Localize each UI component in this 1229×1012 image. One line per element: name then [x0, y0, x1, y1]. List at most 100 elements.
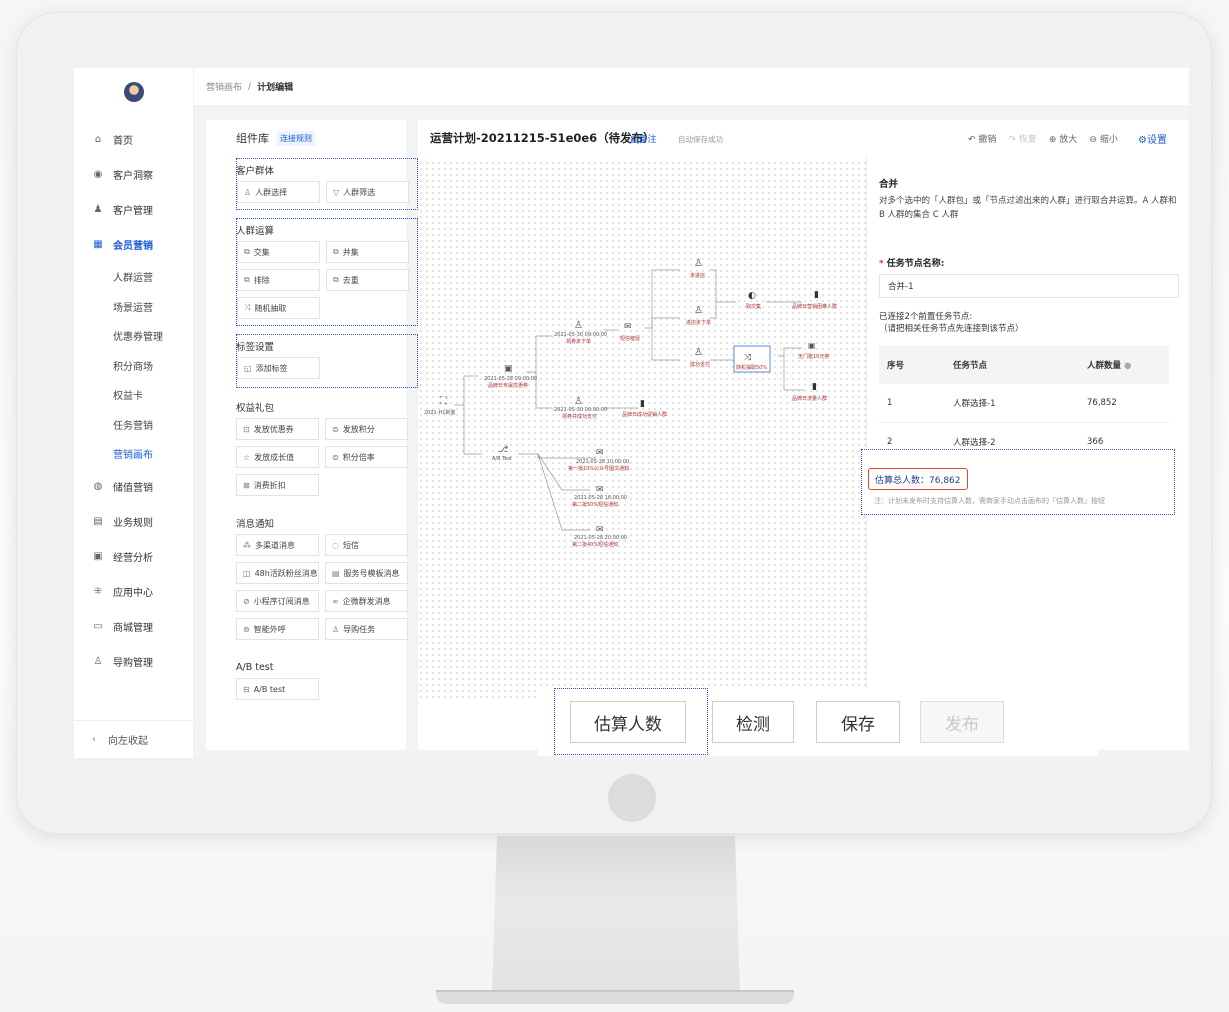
breadcrumb: 营销画布 / 计划编辑: [194, 68, 1189, 106]
component-label: 并集: [342, 247, 359, 257]
node-label: 2021-05-30 09:00:00: [554, 332, 607, 338]
component-dedupe[interactable]: ⧉ 去重: [326, 269, 409, 291]
sidebar-nav: ⌂ 首页 ◉ 客户洞察 ♟ 客户管理 ▦ 会员营销 人群运营 场景运营 优惠券管理 积分…: [74, 122, 194, 679]
flow-canvas[interactable]: ⛶ 2021-H1新客 ▣ 2021-05-28 09:00:00 品牌日专属优…: [418, 160, 866, 700]
sidebar-subitem-rights-card[interactable]: 权益卡: [74, 380, 194, 410]
component-random[interactable]: ⤨ 随机抽取: [237, 297, 320, 319]
group-title: 客户群体: [236, 166, 275, 177]
component-label: 人群筛选: [343, 187, 376, 197]
component-exclude[interactable]: ⧉ 排除: [237, 269, 320, 291]
sidebar-item-apps[interactable]: ⁜ 应用中心: [74, 574, 194, 609]
properties-panel: 合并 对多个选中的「人群包」或「节点过滤出来的人群」进行取合并运算。A 人群和 …: [861, 156, 1189, 750]
component-crowd-select[interactable]: ♙ 人群选择: [237, 181, 320, 203]
sidebar-item-member-marketing[interactable]: ▦ 会员营销: [74, 227, 194, 262]
component-union[interactable]: ⧉ 并集: [326, 241, 409, 263]
estimate-highlight: [554, 688, 708, 755]
component-discount[interactable]: ⊠ 消费折扣: [236, 474, 319, 496]
node-label: 2021-05-30 00:00:00: [554, 407, 607, 413]
sidebar-item-label: 业务规则: [113, 517, 153, 529]
power-button: [608, 774, 656, 822]
node-label: 无门槛10元券: [798, 353, 829, 360]
multiplier-icon: ⊜: [332, 452, 339, 462]
component-label: 导购任务: [343, 624, 376, 634]
sidebar-subitem-points-mall[interactable]: 积分商场: [74, 351, 194, 381]
component-crowd-filter[interactable]: ▽ 人群筛选: [326, 181, 409, 203]
component-issue-points[interactable]: ⊜ 发放积分: [325, 418, 408, 440]
sidebar-subitem-scene[interactable]: 场景运营: [74, 292, 194, 322]
component-intersect[interactable]: ⧉ 交集: [237, 241, 320, 263]
node-coupon: ▣ 2021-05-28 09:00:00 品牌日专属优惠券: [484, 364, 537, 389]
note-link[interactable]: ▤备注: [630, 132, 657, 145]
check-button[interactable]: 检测: [712, 701, 794, 743]
sidebar-subitem-marketing-canvas[interactable]: 营销画布: [74, 439, 194, 469]
collapse-sidebar-button[interactable]: ‹ 向左收起: [74, 720, 194, 758]
component-wecom-group[interactable]: ∞ 企微群发消息: [325, 590, 408, 612]
gear-icon: ⚙: [1138, 134, 1147, 146]
table-row: 1 人群选择-1 76,852: [879, 384, 1169, 423]
breadcrumb-parent[interactable]: 营销画布: [206, 80, 242, 93]
connection-rules-link[interactable]: 连接规则: [277, 130, 315, 146]
svg-text:▮: ▮: [812, 382, 817, 392]
sidebar-item-guide[interactable]: ♙ 导购管理: [74, 644, 194, 679]
component-issue-growth[interactable]: ☆ 发放成长值: [236, 446, 319, 468]
node-not-order: ♙ 进店未下单: [686, 305, 711, 326]
component-add-tag[interactable]: ◱ 添加标签: [237, 357, 320, 379]
gift-icon: ▦: [93, 239, 103, 250]
message-icon: ◌: [332, 540, 339, 550]
component-sms[interactable]: ◌ 短信: [325, 534, 408, 556]
svg-text:▣: ▣: [808, 341, 816, 350]
node-label: 取交集: [746, 303, 761, 310]
node-label: 2021-H1新客: [424, 409, 455, 416]
home-icon: ⌂: [94, 134, 102, 145]
node-label: 短信催促: [620, 335, 640, 342]
component-label: 服务号模板消息: [343, 568, 400, 578]
group-title: A/B test: [236, 661, 274, 673]
sidebar-item-home[interactable]: ⌂ 首页: [74, 122, 194, 157]
sidebar-item-store[interactable]: ▭ 商城管理: [74, 609, 194, 644]
component-smart-call[interactable]: ⊚ 智能外呼: [236, 618, 319, 640]
sidebar-item-label: 商城管理: [113, 622, 153, 634]
component-mini-program[interactable]: ⊘ 小程序订阅消息: [236, 590, 319, 612]
component-points-multiplier[interactable]: ⊜ 积分倍率: [325, 446, 408, 468]
undo-button[interactable]: ↶ 撤销: [968, 132, 996, 145]
zoom-out-button[interactable]: ⊖ 缩小: [1089, 132, 1117, 145]
connected-info: 已连接2个前置任务节点: （请把相关任务节点先连接到该节点）: [879, 311, 1024, 335]
svg-text:♙: ♙: [694, 305, 703, 316]
svg-text:⎇: ⎇: [498, 445, 509, 455]
component-label: 48h活跃粉丝消息: [254, 568, 318, 578]
sidebar-item-rules[interactable]: ▤ 业务规则: [74, 504, 194, 539]
points-icon: ⊜: [332, 424, 339, 434]
sidebar-subitem-coupons[interactable]: 优惠券管理: [74, 321, 194, 351]
component-ab-test[interactable]: ⊟ A/B test: [236, 678, 319, 700]
node-intersect: ◐ 取交集: [746, 291, 761, 310]
brand-logo: [124, 82, 144, 102]
sidebar-item-stored-value[interactable]: ◍ 储值营销: [74, 469, 194, 504]
save-button[interactable]: 保存: [816, 701, 900, 743]
column-header: 人群数量 ●: [1087, 359, 1169, 371]
component-multichannel[interactable]: ⁂ 多渠道消息: [236, 534, 319, 556]
publish-button[interactable]: 发布: [920, 701, 1004, 743]
sidebar-item-customers[interactable]: ♟ 客户管理: [74, 192, 194, 227]
flow-diagram: ⛶ 2021-H1新客 ▣ 2021-05-28 09:00:00 品牌日专属优…: [424, 258, 837, 548]
sidebar-item-label: 储值营销: [113, 482, 153, 494]
settings-button[interactable]: ⚙设置: [1138, 131, 1167, 146]
svg-text:⛶: ⛶: [439, 396, 448, 407]
undo-label: 撤销: [978, 134, 997, 145]
component-guide-task[interactable]: ♙ 导购任务: [325, 618, 408, 640]
sidebar-item-analysis[interactable]: ▣ 经营分析: [74, 539, 194, 574]
group-rights-pack: 权益礼包 ⊡ 发放优惠券 ⊜ 发放积分 ☆ 发放成长值 ⊜ 积分倍率 ⊠ 消费折扣: [236, 396, 418, 496]
component-label: A/B test: [253, 684, 286, 694]
sidebar-subitem-crowd[interactable]: 人群运营: [74, 262, 194, 292]
component-48h-fans[interactable]: ◫ 48h活跃粉丝消息: [236, 562, 319, 584]
component-template-msg[interactable]: ▤ 服务号模板消息: [325, 562, 408, 584]
node-name-input[interactable]: 合并-1: [879, 274, 1179, 298]
sidebar-item-insight[interactable]: ◉ 客户洞察: [74, 157, 194, 192]
node-threshold-coupon: ▣ 无门槛10元券: [798, 341, 829, 360]
zoom-in-button[interactable]: ⊕ 放大: [1049, 132, 1077, 145]
sidebar-item-label: 客户洞察: [113, 171, 153, 182]
component-issue-coupon[interactable]: ⊡ 发放优惠券: [236, 418, 319, 440]
redo-icon: ↷: [1008, 134, 1016, 145]
redo-button[interactable]: ↷ 恢复: [1008, 132, 1036, 145]
user-icon: ♙: [244, 187, 252, 197]
sidebar-subitem-task-marketing[interactable]: 任务营销: [74, 410, 194, 440]
